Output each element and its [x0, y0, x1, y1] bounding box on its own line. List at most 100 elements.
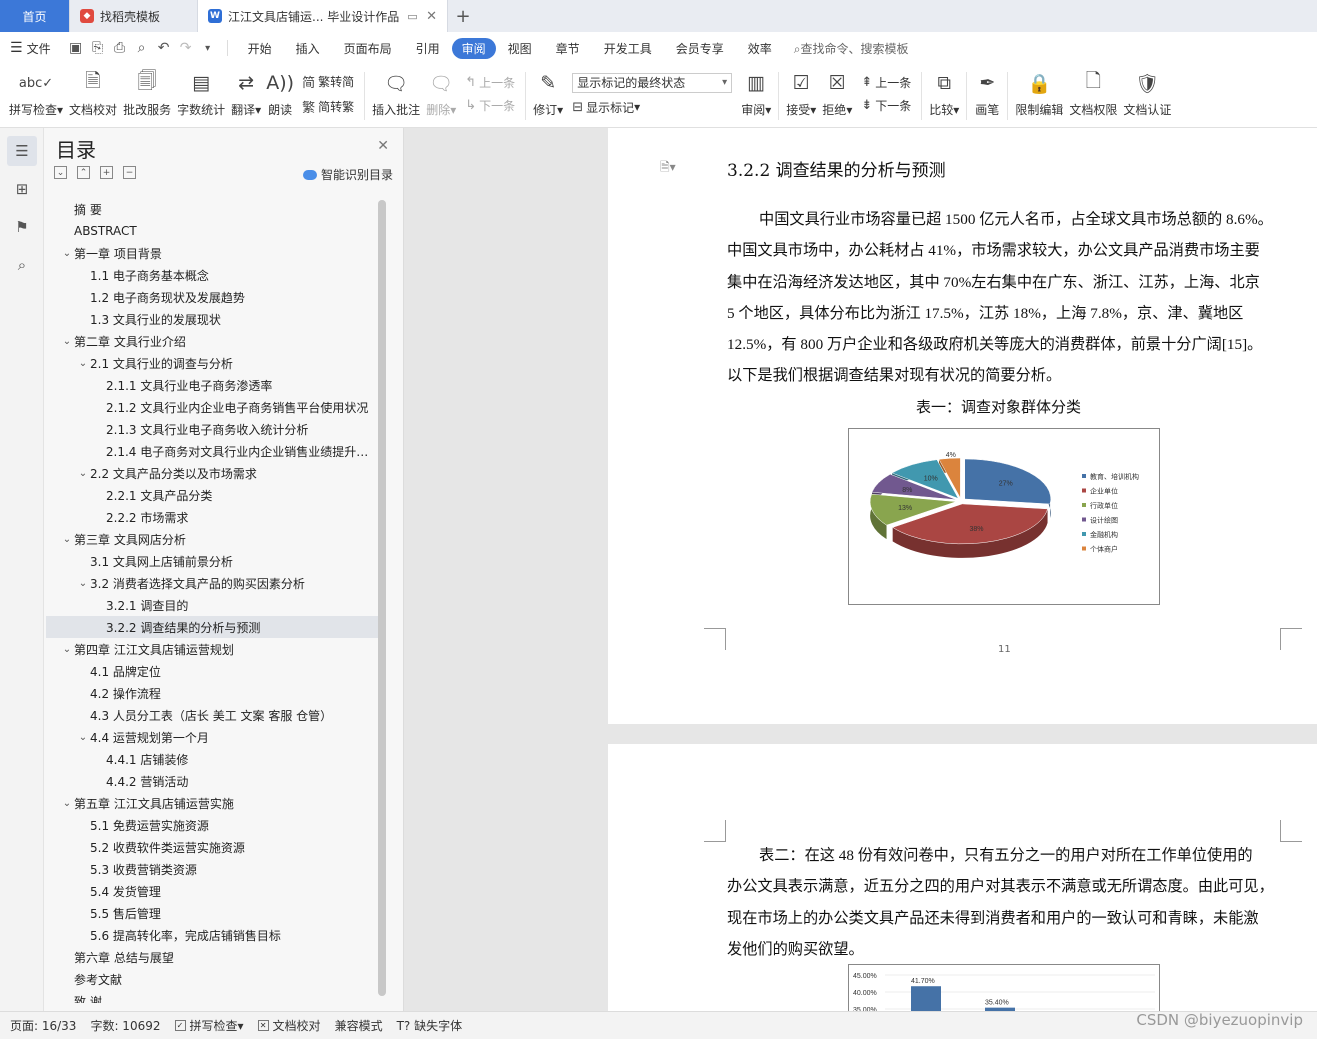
bookmark-icon[interactable]: ⚑ — [7, 212, 37, 242]
toc-item[interactable]: 4.4.1 店铺装修 — [46, 748, 378, 770]
remove-heading-icon[interactable]: − — [123, 166, 136, 179]
reject-button[interactable]: ☒ 拒绝▾ — [822, 64, 852, 128]
smart-toc-button[interactable]: 智能识别目录 — [302, 166, 393, 183]
missing-font[interactable]: T? 缺失字体 — [397, 1017, 463, 1034]
simp-to-trad-button[interactable]: 繁简转繁 — [302, 97, 354, 116]
toc-item[interactable]: 3.2.2 调查结果的分析与预测 — [46, 616, 378, 638]
chevron-down-icon[interactable]: ⌄ — [60, 644, 74, 655]
toc-item[interactable]: 2.2.2 市场需求 — [46, 506, 378, 528]
save-icon[interactable]: ▣ — [65, 40, 87, 56]
show-markup-button[interactable]: ⊟ 显示标记 ▾ — [572, 99, 732, 116]
document-page[interactable]: 🗎▾ 3.2.2 调查结果的分析与预测 中国文具行业市场容量已超 1500 亿元… — [608, 128, 1317, 724]
menu-view[interactable]: 视图 — [496, 40, 544, 57]
bar-chart[interactable]: 45.00% 40.00% 35.00% 41.70% 35.40% — [848, 964, 1160, 1011]
chevron-down-icon[interactable]: ⌄ — [76, 732, 90, 743]
correction-service-button[interactable]: 🗐 批改服务 — [123, 64, 171, 128]
toc-item[interactable]: 5.2 收费软件类运营实施资源 — [46, 836, 378, 858]
spell-check-button[interactable]: abc✓ 拼写检查▾ — [9, 64, 63, 128]
menu-layout[interactable]: 页面布局 — [332, 40, 404, 57]
review-pane-button[interactable]: ▥ 审阅▾ — [741, 64, 771, 128]
toc-item[interactable]: ⌄ 第三章 文具网店分析 — [46, 528, 378, 550]
toc-item[interactable]: 2.1.2 文具行业内企业电子商务销售平台使用状况 — [46, 396, 378, 418]
word-count-indicator[interactable]: 字数: 10692 — [90, 1017, 160, 1034]
toc-item[interactable]: 2.2.1 文具产品分类 — [46, 484, 378, 506]
chapter-nav-icon[interactable]: ⊞ — [7, 174, 37, 204]
toc-item[interactable]: 5.4 发货管理 — [46, 880, 378, 902]
translate-button[interactable]: ⇄ 翻译▾ — [231, 64, 261, 128]
toc-item[interactable]: ABSTRACT — [46, 220, 378, 242]
toc-item[interactable]: 1.1 电子商务基本概念 — [46, 264, 378, 286]
toc-item[interactable]: ⌄ 2.2 文具产品分类以及市场需求 — [46, 462, 378, 484]
track-changes-button[interactable]: ✎ 修订▾ — [533, 64, 563, 128]
menu-review[interactable]: 审阅 — [451, 37, 496, 59]
pie-chart[interactable]: 27% 38% 13% 8% 10% 4% 教育、培训机构 企业单位 行政单位 设计绘图 金融机构个… — [848, 428, 1160, 605]
toc-item[interactable]: 第六章 总结与展望 — [46, 946, 378, 968]
next-comment-button[interactable]: ↳ 下一条 — [465, 97, 515, 114]
undo-icon[interactable]: ↶ — [153, 40, 175, 56]
paragraph-handle-icon[interactable]: 🗎▾ — [660, 158, 676, 179]
proofread-button[interactable]: 🗎 文档校对 — [69, 64, 117, 128]
toc-item[interactable]: ⌄ 第四章 江江文具店铺运营规划 — [46, 638, 378, 660]
search-icon[interactable]: ⌕ — [7, 250, 37, 280]
toc-scrollbar[interactable] — [378, 200, 386, 996]
toc-item[interactable]: 4.3 人员分工表（店长 美工 文案 客服 仓管） — [46, 704, 378, 726]
accept-button[interactable]: ☑ 接受▾ — [786, 64, 816, 128]
toc-item[interactable]: 3.2.1 调查目的 — [46, 594, 378, 616]
toc-item[interactable]: 3.1 文具网上店铺前景分析 — [46, 550, 378, 572]
print-icon[interactable]: ⎙ — [109, 40, 131, 56]
toc-scroll-thumb[interactable] — [378, 200, 386, 996]
print-preview-icon[interactable]: ⌕ — [131, 40, 153, 56]
toc-item[interactable]: ⌄ 第五章 江江文具店铺运营实施 — [46, 792, 378, 814]
chevron-down-icon[interactable]: ⌄ — [60, 248, 74, 259]
toc-item[interactable]: 摘 要 — [46, 198, 378, 220]
close-icon[interactable]: ✕ — [377, 138, 389, 154]
toc-item[interactable]: ⌄ 2.1 文具行业的调查与分析 — [46, 352, 378, 374]
command-search[interactable]: ⌕查找命令、搜索模板 — [794, 40, 909, 57]
document-permission-button[interactable]: 🗋 文档权限 — [1069, 64, 1117, 128]
toc-item[interactable]: 5.1 免费运营实施资源 — [46, 814, 378, 836]
customize-chevron-icon[interactable]: ▾ — [197, 43, 219, 54]
toc-item[interactable]: 1.2 电子商务现状及发展趋势 — [46, 286, 378, 308]
toc-item[interactable]: ⌄ 第二章 文具行业介绍 — [46, 330, 378, 352]
menu-section[interactable]: 章节 — [544, 40, 592, 57]
page-indicator[interactable]: 页面: 16/33 — [10, 1017, 76, 1034]
chevron-down-icon[interactable]: ⌄ — [60, 336, 74, 347]
expand-all-icon[interactable]: ⌄ — [54, 166, 67, 179]
prev-change-button[interactable]: ⇞ 上一条 — [861, 74, 911, 91]
restrict-editing-button[interactable]: 🔒 限制编辑 — [1015, 64, 1063, 128]
insert-comment-button[interactable]: 🗨 插入批注 — [372, 64, 420, 128]
tab-document[interactable]: W 江江文具店铺运... 毕业设计作品 ▭ ✕ — [198, 0, 448, 32]
new-tab-icon[interactable]: + — [448, 0, 478, 32]
toc-item[interactable]: 2.1.1 文具行业电子商务渗透率 — [46, 374, 378, 396]
chevron-down-icon[interactable]: ⌄ — [60, 534, 74, 545]
collapse-all-icon[interactable]: ⌃ — [77, 166, 90, 179]
pen-button[interactable]: ✒ 画笔 — [974, 64, 1000, 128]
chevron-down-icon[interactable]: ⌄ — [60, 798, 74, 809]
status-proofread[interactable]: ✕ 文档校对 — [257, 1017, 321, 1034]
toc-item[interactable]: 2.1.3 文具行业电子商务收入统计分析 — [46, 418, 378, 440]
toc-item[interactable]: 4.1 品牌定位 — [46, 660, 378, 682]
toc-item[interactable]: 1.3 文具行业的发展现状 — [46, 308, 378, 330]
status-spell-check[interactable]: ✓ 拼写检查 ▾ — [174, 1017, 244, 1034]
chevron-down-icon[interactable]: ⌄ — [76, 358, 90, 369]
delete-comment-button[interactable]: 🗨 删除▾ — [426, 64, 456, 128]
word-count-button[interactable]: ▤ 字数统计 — [177, 64, 225, 128]
compare-button[interactable]: ⧉ 比较▾ — [929, 64, 959, 128]
toc-item[interactable]: ⌄ 3.2 消费者选择文具产品的购买因素分析 — [46, 572, 378, 594]
tab-templates[interactable]: ◆ 找稻壳模板 — [70, 0, 198, 32]
document-certify-button[interactable]: 🛡 文档认证 — [1123, 64, 1171, 128]
menu-efficiency[interactable]: 效率 — [736, 40, 784, 57]
markup-state-select[interactable]: 显示标记的最终状态 — [572, 72, 733, 93]
toc-item[interactable]: ⌄ 4.4 运营规划第一个月 — [46, 726, 378, 748]
toc-item[interactable]: 致 谢 — [46, 990, 378, 1004]
toc-item[interactable]: 4.4.2 营销活动 — [46, 770, 378, 792]
toc-item[interactable]: 参考文献 — [46, 968, 378, 990]
toc-item[interactable]: 5.3 收费营销类资源 — [46, 858, 378, 880]
tab-home[interactable]: 首页 — [0, 0, 70, 32]
add-heading-icon[interactable]: + — [100, 166, 113, 179]
file-menu[interactable]: ☰ 文件 — [10, 40, 51, 57]
read-aloud-button[interactable]: A)) 朗读 — [266, 64, 294, 128]
document-area[interactable]: 🗎▾ 3.2.2 调查结果的分析与预测 中国文具行业市场容量已超 1500 亿元… — [404, 128, 1317, 1011]
export-pdf-icon[interactable]: ⎘ — [87, 40, 109, 56]
redo-icon[interactable]: ↷ — [175, 40, 197, 56]
